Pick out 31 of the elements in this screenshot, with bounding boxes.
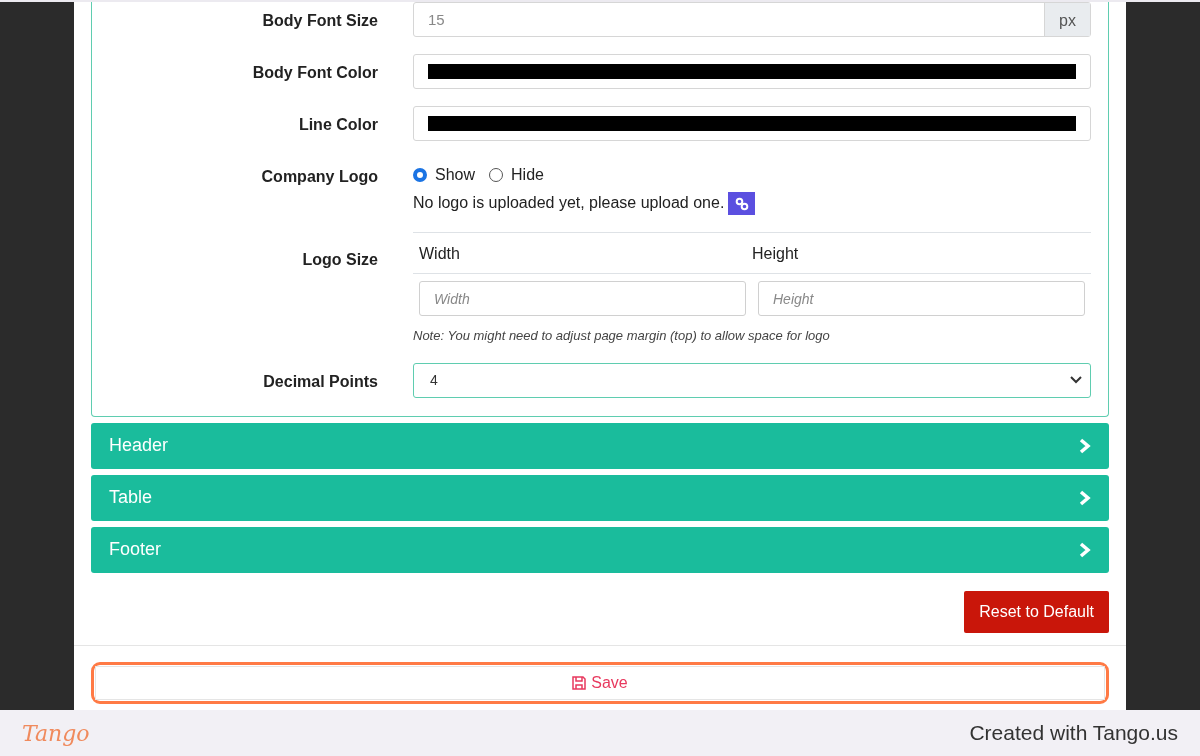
field-label: Line Color	[297, 115, 379, 135]
text-field[interactable]: Height	[758, 281, 1085, 317]
reset-button[interactable]: Reset to Default	[964, 590, 1109, 633]
field-label: Body Font Color	[251, 63, 379, 83]
column-header: Width	[419, 244, 461, 265]
link-icon	[734, 196, 749, 211]
field-label: Body Font Size	[261, 11, 379, 31]
field-label: Logo Size	[301, 250, 379, 271]
hint-text: Note: You might need to adjust page margin (top) to allow space for logo	[413, 327, 831, 346]
brand-logo: Tango	[22, 719, 90, 748]
column-header: Height	[752, 244, 800, 265]
link-button[interactable]	[728, 192, 756, 216]
color-field[interactable]	[413, 54, 1091, 89]
chevron-icon	[1079, 541, 1091, 558]
color-field[interactable]	[413, 106, 1091, 141]
text-field[interactable]: Width	[419, 281, 746, 317]
field-label: Company Logo	[260, 167, 379, 187]
save-button[interactable]: Save	[95, 665, 1105, 700]
number-field[interactable]: 15 px	[413, 2, 1091, 37]
field-value: 15	[427, 10, 446, 30]
field-label: Decimal Points	[262, 371, 379, 392]
unit-addon: px	[1044, 3, 1090, 36]
save-icon	[572, 675, 587, 690]
dropdown-field[interactable]: 4	[413, 362, 1091, 398]
chevron-icon	[1079, 437, 1091, 454]
radio-option[interactable]: Show	[413, 163, 476, 187]
chevron-down-icon	[1070, 376, 1082, 385]
radio-option[interactable]: Hide	[489, 163, 544, 187]
credit-text: Created with Tango.us	[969, 720, 1178, 747]
upload-note: No logo is uploaded yet, please upload one.	[413, 194, 725, 211]
chevron-icon	[1079, 489, 1091, 506]
